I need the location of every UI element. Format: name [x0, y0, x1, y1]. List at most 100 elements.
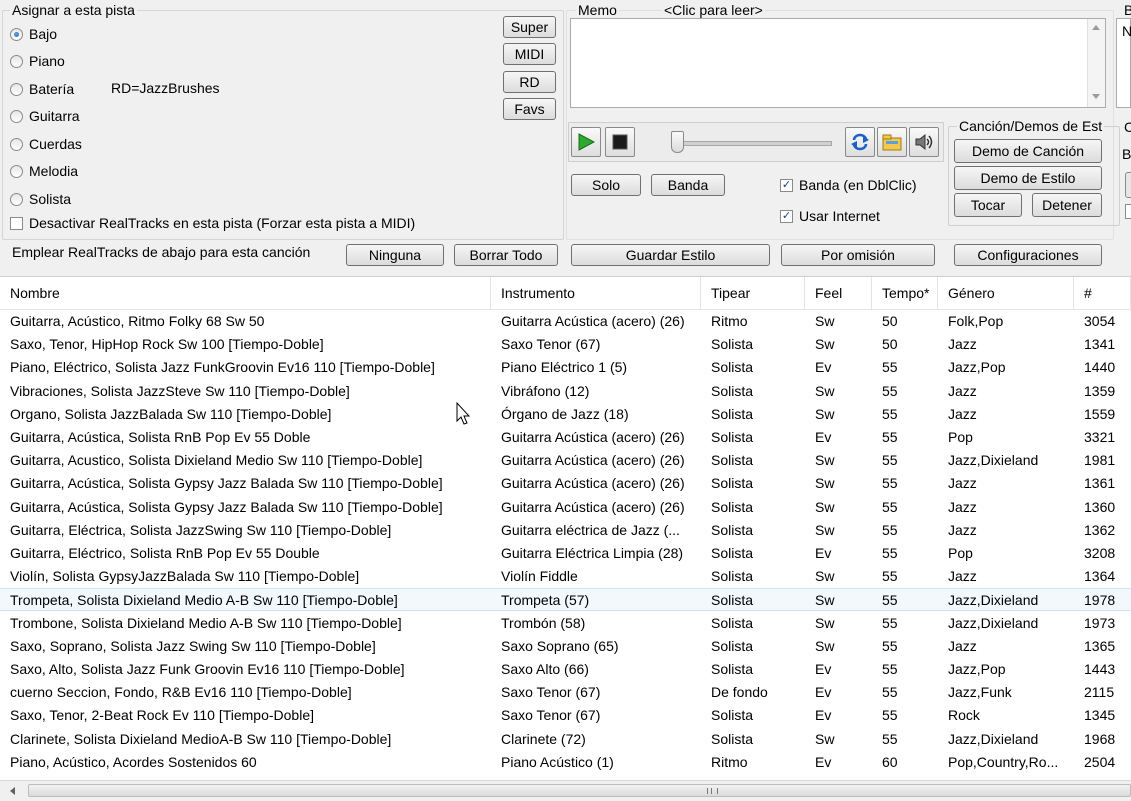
open-folder-button[interactable] — [877, 127, 907, 157]
table-row[interactable]: cuerno Seccion, Fondo, R&B Ev16 110 [Tie… — [0, 681, 1131, 704]
realtracks-table[interactable]: Nombre Instrumento Tipear Feel Tempo* Gé… — [0, 276, 1131, 781]
super-button[interactable]: Super — [503, 16, 556, 38]
position-slider-track[interactable] — [675, 141, 832, 146]
radio-piano[interactable]: Piano — [10, 50, 65, 72]
tocar-button[interactable]: Tocar — [954, 193, 1022, 217]
edge-control[interactable] — [1125, 172, 1131, 198]
banda-button[interactable]: Banda — [651, 174, 725, 196]
memo-scrollbar[interactable] — [1087, 19, 1105, 107]
radio-button-icon[interactable] — [10, 27, 23, 41]
table-row[interactable]: Organo, Solista JazzBalada Sw 110 [Tiemp… — [0, 403, 1131, 426]
edge-checkbox[interactable] — [1125, 204, 1131, 219]
cell-nombre: Guitarra, Acústica, Solista Gypsy Jazz B… — [10, 475, 443, 492]
favs-button[interactable]: Favs — [503, 98, 556, 120]
radio-button-icon[interactable] — [10, 192, 23, 206]
table-row[interactable]: Saxo, Alto, Solista Jazz Funk Groovin Ev… — [0, 658, 1131, 681]
solo-button[interactable]: Solo — [571, 174, 641, 196]
position-slider-thumb[interactable] — [671, 131, 684, 153]
speaker-icon — [915, 133, 933, 151]
ninguna-button[interactable]: Ninguna — [346, 244, 444, 266]
table-row[interactable]: Guitarra, Acústica, Solista Gypsy Jazz B… — [0, 496, 1131, 519]
radio-button-icon[interactable] — [10, 54, 23, 68]
banda-dblclick-checkbox[interactable]: ✓ Banda (en DblClic) — [780, 174, 917, 196]
table-row[interactable]: Piano, Eléctrico, Solista Jazz FunkGroov… — [0, 356, 1131, 379]
table-row[interactable]: Saxo, Soprano, Solista Jazz Swing Sw 110… — [0, 635, 1131, 658]
action-bar-label: Emplear RealTracks de abajo para esta ca… — [12, 244, 311, 260]
usar-internet-box[interactable]: ✓ — [780, 209, 793, 223]
guardar-estilo-button[interactable]: Guardar Estilo — [571, 244, 770, 266]
por-omision-button[interactable]: Por omisión — [781, 244, 935, 266]
cell-instrumento: Vibráfono (12) — [501, 382, 590, 399]
disable-realtracks-checkbox[interactable]: Desactivar RealTracks en esta pista (For… — [10, 212, 415, 234]
cell-tipear: Solista — [711, 429, 754, 445]
configuraciones-button[interactable]: Configuraciones — [954, 244, 1102, 266]
radio-solista[interactable]: Solista — [10, 188, 71, 210]
cell-tempo: 50 — [882, 313, 898, 329]
table-row[interactable]: Guitarra, Acústico, Ritmo Folky 68 Sw 50… — [0, 310, 1131, 333]
disable-realtracks-box[interactable] — [10, 216, 23, 230]
radio-bateria[interactable]: Batería — [10, 78, 74, 100]
radio-bajo[interactable]: Bajo — [10, 23, 57, 45]
cell-number: 1440 — [1084, 359, 1116, 376]
cell-nombre: Saxo, Soprano, Solista Jazz Swing Sw 110… — [10, 637, 376, 654]
table-row[interactable]: Guitarra, Acústica, Solista RnB Pop Ev 5… — [0, 426, 1131, 449]
radio-cuerdas[interactable]: Cuerdas — [10, 133, 82, 155]
table-row[interactable]: Saxo, Tenor, HipHop Rock Sw 100 [Tiempo-… — [0, 333, 1131, 356]
column-header-tempo[interactable]: Tempo* — [872, 277, 938, 309]
radio-label: Cuerdas — [29, 136, 82, 152]
table-row[interactable]: Guitarra, Eléctrico, Solista RnB Pop Ev … — [0, 542, 1131, 565]
memo-textarea[interactable] — [570, 18, 1106, 108]
scrollbar-thumb[interactable] — [28, 784, 1131, 797]
column-header-genero[interactable]: Género — [938, 277, 1074, 309]
edge-label-b: B — [1122, 146, 1131, 162]
scroll-left-icon[interactable] — [10, 787, 15, 795]
borrar-todo-button[interactable]: Borrar Todo — [454, 244, 558, 266]
radio-button-icon[interactable] — [10, 109, 23, 123]
radio-button-icon[interactable] — [10, 82, 23, 96]
volume-button[interactable] — [909, 127, 939, 157]
table-row[interactable]: Guitarra, Acústica, Solista Gypsy Jazz B… — [0, 472, 1131, 495]
banda-dblclick-box[interactable]: ✓ — [780, 178, 793, 192]
scroll-down-icon[interactable] — [1092, 94, 1100, 99]
column-header-tipear[interactable]: Tipear — [701, 277, 805, 309]
table-row[interactable]: Saxo, Tenor, 2-Beat Rock Ev 110 [Tiempo-… — [0, 704, 1131, 727]
cell-nombre: Trombone, Solista Dixieland Medio A-B Sw… — [10, 614, 402, 631]
scroll-up-icon[interactable] — [1092, 25, 1100, 30]
play-button[interactable] — [571, 127, 601, 157]
table-row[interactable]: Clarinete, Solista Dixieland MedioA-B Sw… — [0, 728, 1131, 751]
table-row[interactable]: Violín, Solista GypsyJazzBalada Sw 110 [… — [0, 565, 1131, 588]
radio-button-icon[interactable] — [10, 137, 23, 151]
table-row[interactable]: Piano, Acústico, Acordes Sostenidos 60 Pi… — [0, 751, 1131, 774]
cell-nombre: Trompeta, Solista Dixieland Medio A-B Sw… — [10, 592, 398, 609]
midi-button[interactable]: MIDI — [503, 43, 556, 65]
cell-number: 1973 — [1084, 614, 1116, 631]
cell-nombre: Clarinete, Solista Dixieland MedioA-B Sw… — [10, 730, 392, 747]
cell-tipear: Solista — [711, 382, 754, 399]
table-row[interactable]: Vibraciones, Solista JazzSteve Sw 110 [T… — [0, 380, 1131, 403]
cell-instrumento: Trombón (58) — [501, 614, 586, 631]
table-row[interactable]: Trombone, Solista Dixieland Medio A-B Sw… — [0, 612, 1131, 635]
column-header-instrumento[interactable]: Instrumento — [491, 277, 701, 309]
radio-button-icon[interactable] — [10, 164, 23, 178]
cell-instrumento: Guitarra Acústica (acero) (26) — [501, 498, 685, 515]
edge-label-c: C — [1124, 119, 1131, 135]
demo-cancion-button[interactable]: Demo de Canción — [954, 139, 1102, 163]
usar-internet-checkbox[interactable]: ✓ Usar Internet — [780, 205, 880, 227]
disable-realtracks-label: Desactivar RealTracks en esta pista (For… — [29, 215, 416, 231]
table-row[interactable]: Guitarra, Eléctrica, Solista JazzSwing S… — [0, 519, 1131, 542]
play-icon — [578, 133, 596, 151]
rd-button[interactable]: RD — [503, 71, 556, 93]
detener-button[interactable]: Detener — [1032, 193, 1102, 217]
table-horizontal-scrollbar[interactable] — [0, 780, 1131, 801]
radio-melodia[interactable]: Melodia — [10, 160, 78, 182]
loop-button[interactable] — [845, 127, 875, 157]
right-panel-field[interactable]: N — [1116, 18, 1131, 108]
table-row[interactable]: Trompeta, Solista Dixieland Medio A-B Sw… — [0, 588, 1131, 612]
demo-estilo-button[interactable]: Demo de Estilo — [954, 166, 1102, 190]
stop-button[interactable] — [605, 127, 635, 157]
table-row[interactable]: Guitarra, Acustico, Solista Dixieland Me… — [0, 449, 1131, 472]
column-header-feel[interactable]: Feel — [805, 277, 872, 309]
column-header-nombre[interactable]: Nombre — [0, 277, 491, 309]
radio-guitarra[interactable]: Guitarra — [10, 105, 80, 127]
column-header-number[interactable]: # — [1074, 277, 1131, 309]
